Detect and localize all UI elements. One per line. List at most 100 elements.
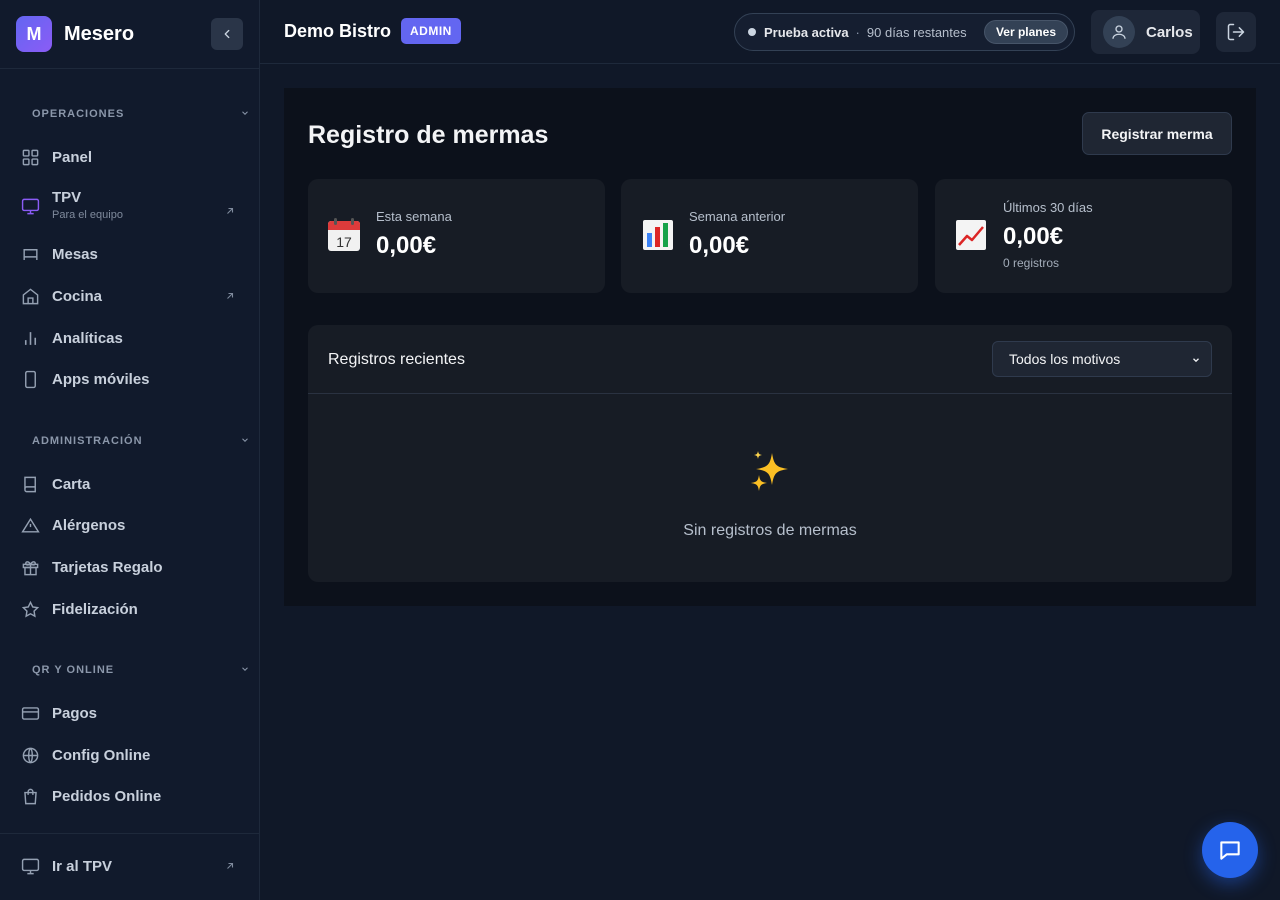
brand: M Mesero xyxy=(0,0,259,69)
smartphone-icon xyxy=(20,369,40,389)
reason-filter-select[interactable]: Todos los motivos xyxy=(992,341,1212,377)
section-title: QR Y ONLINE xyxy=(32,664,115,676)
stat-card-last-week: Semana anterior 0,00€ xyxy=(621,179,918,293)
sidebar-item-label: Analíticas xyxy=(52,329,123,347)
warning-icon xyxy=(20,515,40,535)
star-icon xyxy=(20,599,40,619)
sidebar-item-mesas[interactable]: Mesas xyxy=(20,244,240,264)
sidebar-nav[interactable]: OPERACIONES Panel TPV Para el equipo Mes… xyxy=(0,70,259,833)
view-plans-button[interactable]: Ver planes xyxy=(983,20,1068,44)
register-waste-button[interactable]: Registrar merma xyxy=(1082,112,1232,155)
chat-bubble-icon xyxy=(1220,841,1240,860)
sidebar-item-label: Pedidos Online xyxy=(52,787,162,805)
section-title: OPERACIONES xyxy=(32,108,125,120)
org-name: Demo Bistro xyxy=(284,21,392,41)
sidebar: M Mesero OPERACIONES Panel TPV Para el e… xyxy=(0,0,260,900)
calendar-icon: 17 xyxy=(328,218,360,251)
trial-separator: · xyxy=(855,24,860,40)
topbar: Demo Bistro ADMIN Prueba activa · 90 día… xyxy=(260,0,1280,64)
external-link-icon xyxy=(227,292,234,299)
sidebar-item-tpv[interactable]: TPV Para el equipo xyxy=(20,189,240,221)
grid-icon xyxy=(20,147,40,167)
stat-sub: 0 registros xyxy=(1003,256,1060,270)
collapse-sidebar-button[interactable] xyxy=(211,18,243,50)
sidebar-item-label: Tarjetas Regalo xyxy=(52,558,163,576)
sidebar-item-label: TPV xyxy=(52,189,82,206)
logout-icon xyxy=(1227,23,1245,41)
filter-selected-value: Todos los motivos xyxy=(1009,351,1121,367)
sidebar-item-alergenos[interactable]: Alérgenos xyxy=(20,515,240,535)
globe-icon xyxy=(20,745,40,765)
stat-label: Esta semana xyxy=(376,209,452,224)
user-icon xyxy=(1112,25,1126,39)
section-qr-online[interactable]: QR Y ONLINE xyxy=(32,664,250,676)
sidebar-item-label: Fidelización xyxy=(52,600,138,618)
sidebar-item-sublabel: Para el equipo xyxy=(52,209,123,221)
credit-card-icon xyxy=(20,703,40,723)
records-title: Registros recientes xyxy=(328,351,465,368)
stat-value: 0,00€ xyxy=(1003,223,1064,250)
sidebar-item-label: Carta xyxy=(52,475,91,493)
sidebar-item-panel[interactable]: Panel xyxy=(20,147,240,167)
shopping-bag-icon xyxy=(20,786,40,806)
trend-up-icon xyxy=(956,220,986,250)
monitor-icon xyxy=(20,196,40,216)
role-badge: ADMIN xyxy=(401,18,461,44)
sidebar-item-label: Config Online xyxy=(52,746,151,764)
recent-records-panel: Registros recientes Todos los motivos Si… xyxy=(308,325,1232,582)
external-link-icon xyxy=(227,207,234,214)
logout-button[interactable] xyxy=(1216,12,1256,52)
sidebar-item-apps-moviles[interactable]: Apps móviles xyxy=(20,369,240,389)
trial-days-remaining: 90 días restantes xyxy=(866,24,967,40)
stat-card-this-week: 17 Esta semana 0,00€ xyxy=(308,179,605,293)
user-name: Carlos xyxy=(1146,23,1193,41)
trial-status: Prueba activa xyxy=(764,24,849,40)
sidebar-item-label: Mesas xyxy=(52,245,98,263)
main-panel: Registro de mermas Registrar merma 17 Es… xyxy=(284,88,1256,606)
sidebar-item-label: Apps móviles xyxy=(52,370,150,388)
sidebar-item-fidelizacion[interactable]: Fidelización xyxy=(20,599,240,619)
home-icon xyxy=(20,286,40,306)
page-title: Registro de mermas xyxy=(308,121,549,149)
sidebar-item-pedidos-online[interactable]: Pedidos Online xyxy=(20,786,240,806)
sidebar-item-carta[interactable]: Carta xyxy=(20,474,240,494)
sidebar-item-tarjetas-regalo[interactable]: Tarjetas Regalo xyxy=(20,557,240,577)
chevron-left-icon xyxy=(224,29,230,39)
svg-text:17: 17 xyxy=(336,234,352,250)
chevron-down-icon xyxy=(242,667,248,671)
empty-state-text: Sin registros de mermas xyxy=(683,522,857,539)
user-menu[interactable]: Carlos xyxy=(1091,10,1200,54)
sidebar-item-pagos[interactable]: Pagos xyxy=(20,703,240,723)
stat-value: 0,00€ xyxy=(689,232,750,259)
bar-chart-emoji-icon xyxy=(643,220,673,250)
sidebar-item-label: Alérgenos xyxy=(52,516,126,534)
sidebar-item-cocina[interactable]: Cocina xyxy=(20,286,240,306)
sidebar-item-analiticas[interactable]: Analíticas xyxy=(20,328,240,348)
trial-status-pill: Prueba activa · 90 días restantes Ver pl… xyxy=(734,13,1075,51)
section-administracion[interactable]: ADMINISTRACIÓN xyxy=(32,435,250,447)
gift-icon xyxy=(20,557,40,577)
book-icon xyxy=(20,474,40,494)
sidebar-item-config-online[interactable]: Config Online xyxy=(20,745,240,765)
external-link-icon xyxy=(227,862,234,869)
chat-support-button[interactable] xyxy=(1202,822,1258,878)
sidebar-item-label: Pagos xyxy=(52,704,98,722)
sidebar-footer: Ir al TPV xyxy=(0,833,259,900)
sidebar-item-label: Panel xyxy=(52,148,93,166)
brand-logo: M xyxy=(16,16,52,52)
bar-chart-icon xyxy=(20,328,40,348)
chevron-down-icon xyxy=(242,111,248,115)
monitor-icon xyxy=(20,856,40,876)
go-to-tpv-label: Ir al TPV xyxy=(52,857,113,875)
sidebar-item-label: Cocina xyxy=(52,287,103,305)
stat-label: Semana anterior xyxy=(689,209,786,224)
stat-label: Últimos 30 días xyxy=(1003,200,1093,215)
section-operaciones[interactable]: OPERACIONES xyxy=(32,108,250,120)
brand-name: Mesero xyxy=(64,22,135,45)
stat-card-last-30-days: Últimos 30 días 0,00€ 0 registros xyxy=(935,179,1232,293)
go-to-tpv-link[interactable]: Ir al TPV xyxy=(20,856,240,876)
sparkles-icon xyxy=(751,451,788,491)
section-title: ADMINISTRACIÓN xyxy=(32,435,143,447)
records-header: Registros recientes Todos los motivos xyxy=(308,325,1232,394)
chevron-down-icon xyxy=(242,438,248,442)
